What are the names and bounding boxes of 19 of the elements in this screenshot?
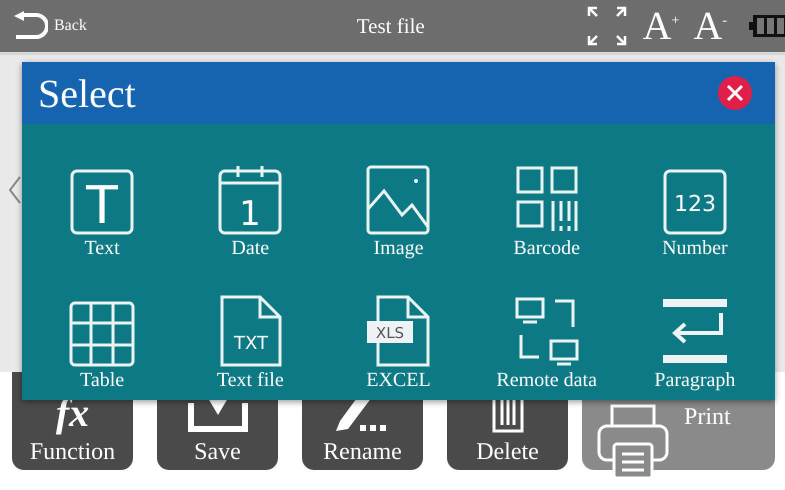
image-icon xyxy=(366,165,430,235)
chevron-left-icon[interactable] xyxy=(8,175,22,205)
back-icon xyxy=(12,11,48,41)
element-option[interactable]: Image xyxy=(324,136,473,264)
element-option[interactable]: Barcode xyxy=(472,136,621,264)
file-title: Test file xyxy=(356,14,426,38)
back-button[interactable]: Back xyxy=(12,11,87,41)
dialog-title: Select xyxy=(38,70,136,116)
function-icon: fx xyxy=(56,393,90,433)
element-option[interactable]: T Text xyxy=(28,136,176,264)
element-option[interactable]: 123 Number xyxy=(620,136,769,264)
font-decrease-button[interactable]: A$^{-}$ xyxy=(693,6,727,46)
number-icon: 123 xyxy=(662,169,727,235)
network-icon xyxy=(514,297,579,367)
element-option[interactable]: 1 Date xyxy=(176,136,324,264)
font-increase-button[interactable]: A$^{+}$ xyxy=(642,6,680,46)
table-icon xyxy=(69,301,136,367)
close-button[interactable] xyxy=(717,75,753,111)
text-icon: T xyxy=(70,169,134,235)
